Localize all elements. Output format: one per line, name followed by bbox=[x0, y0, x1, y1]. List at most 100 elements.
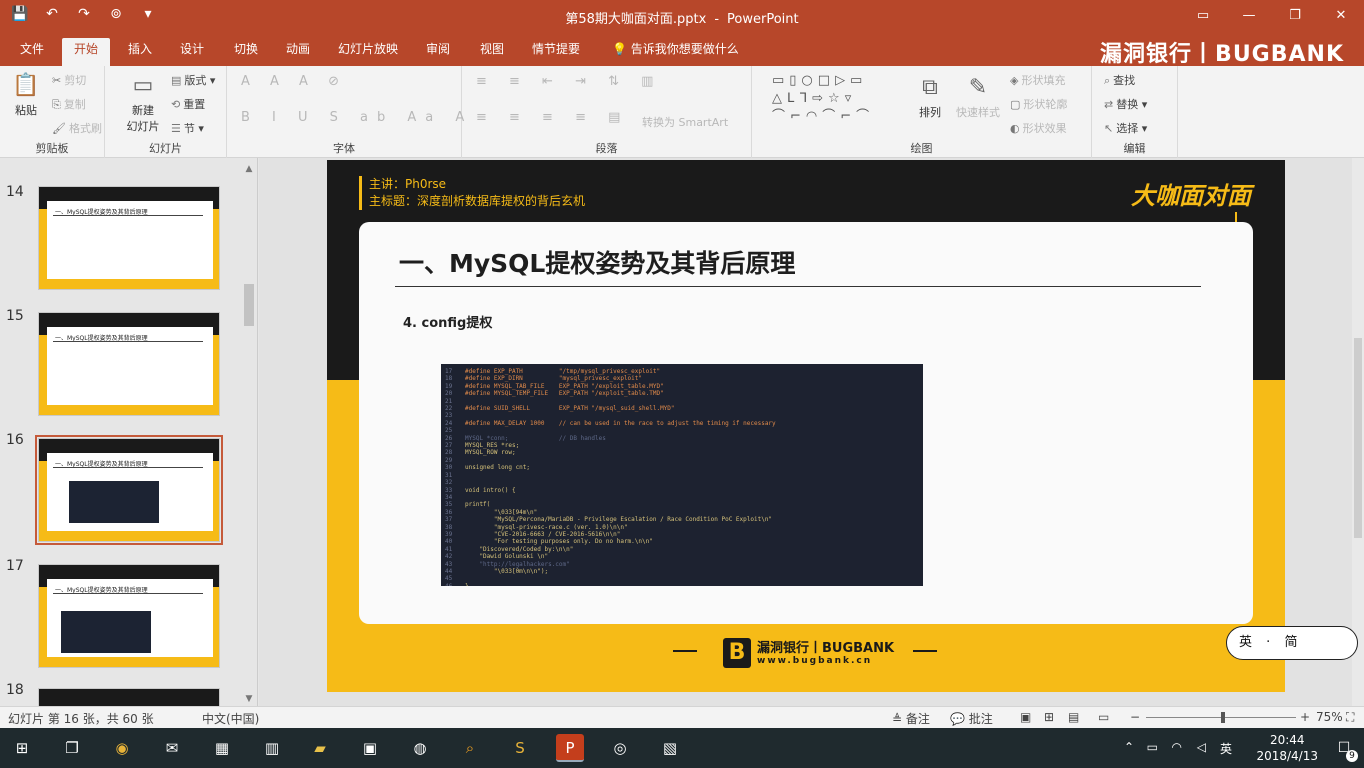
layout-icon: ▤ bbox=[171, 74, 182, 87]
paste-icon: 📋 bbox=[12, 73, 40, 98]
app-icon-2[interactable]: ▥ bbox=[258, 734, 286, 762]
powerpoint-icon[interactable]: P bbox=[556, 734, 584, 762]
quick-styles-button[interactable]: ✎ 快速样式 bbox=[952, 74, 1004, 120]
code-screenshot-image[interactable]: 17 #define EXP_PATH "/tmp/mysql_privesc_e… bbox=[441, 364, 923, 586]
font-group-label: 字体 bbox=[333, 142, 355, 155]
ime-status-badge[interactable]: 英 · 简 bbox=[1226, 626, 1358, 660]
notes-button[interactable]: ≜ 备注 bbox=[892, 710, 930, 727]
battery-icon[interactable]: ▭ bbox=[1147, 740, 1158, 754]
find-button[interactable]: ⌕ 查找 bbox=[1104, 72, 1135, 88]
file-explorer-icon[interactable]: ▰ bbox=[306, 734, 334, 762]
task-view-icon[interactable]: ❐ bbox=[58, 734, 86, 762]
close-button[interactable]: ✕ bbox=[1318, 0, 1364, 32]
fit-slide-icon[interactable]: ⛶ bbox=[1346, 710, 1354, 725]
slide-sorter-icon[interactable]: ⊞ bbox=[1044, 710, 1054, 724]
scroll-up-icon[interactable]: ▲ bbox=[242, 164, 256, 174]
zoom-in-icon[interactable]: + bbox=[1300, 710, 1310, 724]
windows-start-icon[interactable]: ⊞ bbox=[8, 734, 36, 762]
ribbon-display-button[interactable]: ▭ bbox=[1180, 0, 1226, 32]
restore-button[interactable]: ❐ bbox=[1272, 0, 1318, 32]
notification-center-icon[interactable]: ☐ 9 bbox=[1332, 736, 1358, 762]
shape-effects-button[interactable]: ◐ 形状效果 bbox=[1010, 120, 1067, 136]
code-line: 45 bbox=[445, 575, 923, 582]
section-button[interactable]: ☰ 节 ▾ bbox=[171, 120, 204, 136]
thumbnail-slide[interactable]: 一、MySQL提权姿势及其背后原理 bbox=[38, 312, 220, 416]
tab-file[interactable]: 文件 bbox=[8, 38, 56, 66]
thumbnail-scrollbar[interactable]: ▲ ▼ bbox=[242, 164, 256, 704]
code-line-number: 34 bbox=[445, 493, 453, 501]
code-line-text: MYSQL *conn; // DB handles bbox=[465, 434, 606, 442]
slideshow-view-icon[interactable]: ▭ bbox=[1098, 710, 1109, 724]
tab-transitions[interactable]: 切换 bbox=[222, 38, 270, 66]
code-line: 35 printf( bbox=[445, 501, 923, 508]
scroll-down-icon[interactable]: ▼ bbox=[242, 694, 256, 704]
app-icon-4[interactable]: S bbox=[506, 734, 534, 762]
brush-icon: 🖌 bbox=[52, 122, 66, 135]
volume-icon[interactable]: ◁ bbox=[1197, 740, 1206, 754]
tab-review[interactable]: 审阅 bbox=[414, 38, 462, 66]
outline-icon: ▢ bbox=[1010, 98, 1021, 111]
list-buttons[interactable]: ≡ ≡ ⇤ ⇥ ⇅ ▥ bbox=[476, 74, 662, 89]
tab-insert[interactable]: 插入 bbox=[116, 38, 164, 66]
tab-home[interactable]: 开始 bbox=[62, 38, 111, 66]
reading-view-icon[interactable]: ▤ bbox=[1068, 710, 1079, 724]
format-painter-button[interactable]: 🖌 格式刷 bbox=[52, 120, 102, 136]
slide-subtitle[interactable]: 4. config提权 bbox=[403, 312, 492, 331]
search-app-icon[interactable]: ⌕ bbox=[456, 734, 484, 762]
thumbnail-scroll-thumb[interactable] bbox=[244, 284, 254, 326]
copy-button[interactable]: ⎘ 复制 bbox=[52, 96, 86, 112]
select-button[interactable]: ↖ 选择 ▾ bbox=[1104, 120, 1147, 136]
current-slide[interactable]: 主讲：Ph0rse 主标题：深度剖析数据库提权的背后玄机 大咖面对面 58 一、… bbox=[327, 160, 1285, 692]
code-line-number: 17 bbox=[445, 368, 453, 375]
replace-button[interactable]: ⇄ 替换 ▾ bbox=[1104, 96, 1147, 112]
drawing-group: ▭▯○□▷▭ △ᒪᒣ⇨☆▿ ⌒⌐◠⌒⌐⌒ ⧉ 排列 ✎ 快速样式 ◈ 形状填充 ▢ 形状… bbox=[752, 66, 1092, 158]
language-indicator[interactable]: 中文(中国) bbox=[202, 710, 259, 727]
tell-me-search[interactable]: 💡 告诉我你想要做什么 bbox=[600, 38, 751, 66]
app-icon-3[interactable]: ▣ bbox=[356, 734, 384, 762]
tab-view[interactable]: 视图 bbox=[468, 38, 516, 66]
system-clock[interactable]: 20:44 2018/4/13 bbox=[1256, 732, 1318, 764]
thumbnail-slide[interactable]: 一、MySQL提权姿势及其背后原理 bbox=[38, 186, 220, 290]
minimize-button[interactable]: — bbox=[1226, 0, 1272, 32]
thumbnail-slide-selected[interactable]: 一、MySQL提权姿势及其背后原理 bbox=[35, 435, 223, 545]
reset-button[interactable]: ⟲ 重置 bbox=[171, 96, 205, 112]
zoom-level[interactable]: 75% bbox=[1316, 710, 1343, 724]
shape-outline-button[interactable]: ▢ 形状轮廓 bbox=[1010, 96, 1067, 112]
tray-ime-indicator[interactable]: 英 bbox=[1220, 740, 1232, 757]
arrange-button[interactable]: ⧉ 排列 bbox=[910, 74, 950, 120]
tray-expand-icon[interactable]: ⌃ bbox=[1124, 740, 1134, 754]
app-icon-5[interactable]: ◎ bbox=[606, 734, 634, 762]
zoom-out-icon[interactable]: − bbox=[1130, 710, 1140, 724]
font-format-buttons[interactable]: B I U S ab Aa A bbox=[241, 110, 473, 125]
slide-scroll-thumb[interactable] bbox=[1354, 338, 1362, 538]
wifi-icon[interactable]: ◠ bbox=[1172, 740, 1182, 754]
layout-button[interactable]: ▤ 版式 ▾ bbox=[171, 72, 215, 88]
app-icon-6[interactable]: ▧ bbox=[656, 734, 684, 762]
tab-design[interactable]: 设计 bbox=[168, 38, 216, 66]
shape-fill-button[interactable]: ◈ 形状填充 bbox=[1010, 72, 1065, 88]
paste-button[interactable]: 📋 粘贴 bbox=[8, 72, 44, 118]
thumbnail-slide[interactable]: 一、MySQL提权姿势及其背后原理 bbox=[38, 564, 220, 668]
cut-button[interactable]: ✂ 剪切 bbox=[52, 72, 86, 88]
chrome-icon[interactable]: ◍ bbox=[406, 734, 434, 762]
tab-storyboarding[interactable]: 情节提要 bbox=[520, 38, 592, 66]
shapes-gallery[interactable]: ▭▯○□▷▭ △ᒪᒣ⇨☆▿ ⌒⌐◠⌒⌐⌒ bbox=[772, 72, 912, 126]
code-line: 44 "\033[0m\n\n"); bbox=[445, 568, 923, 575]
browser-icon[interactable]: ◉ bbox=[108, 734, 136, 762]
smartart-button[interactable]: 转换为 SmartArt bbox=[642, 114, 728, 130]
clipboard-group-label: 剪贴板 bbox=[35, 142, 69, 155]
font-controls[interactable]: A A A ⊘ bbox=[241, 74, 347, 89]
thumbnail-slide[interactable] bbox=[38, 688, 220, 706]
slide-title[interactable]: 一、MySQL提权姿势及其背后原理 bbox=[399, 244, 795, 280]
comments-button[interactable]: 💬 批注 bbox=[950, 710, 993, 727]
tab-animations[interactable]: 动画 bbox=[274, 38, 322, 66]
zoom-slider-thumb[interactable] bbox=[1221, 712, 1225, 723]
slide-scrollbar[interactable] bbox=[1352, 158, 1364, 706]
normal-view-icon[interactable]: ▣ bbox=[1020, 710, 1031, 724]
new-slide-button[interactable]: ▭ 新建 幻灯片 bbox=[121, 72, 165, 134]
mail-icon[interactable]: ✉ bbox=[158, 734, 186, 762]
align-buttons[interactable]: ≡ ≡ ≡ ≡ ▤ bbox=[476, 110, 629, 125]
tab-slideshow[interactable]: 幻灯片放映 bbox=[326, 38, 410, 66]
app-icon[interactable]: ▦ bbox=[208, 734, 236, 762]
code-line-number: 27 bbox=[445, 442, 453, 450]
